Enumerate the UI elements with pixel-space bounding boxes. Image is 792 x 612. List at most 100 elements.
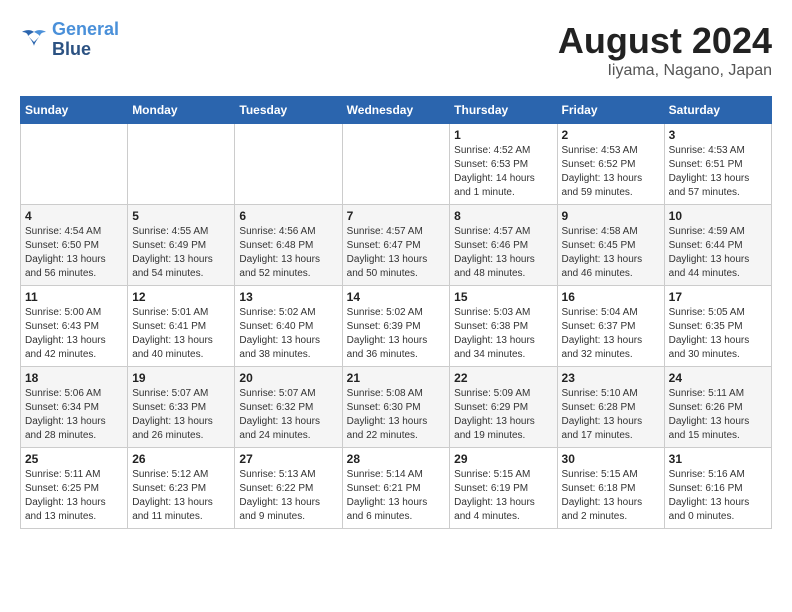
weekday-header-cell: Wednesday	[342, 97, 450, 124]
calendar-cell: 6 Sunrise: 4:56 AM Sunset: 6:48 PM Daylig…	[235, 205, 342, 286]
logo-text: GeneralBlue	[52, 20, 119, 60]
day-info: Sunrise: 5:11 AM Sunset: 6:25 PM Dayligh…	[25, 468, 123, 524]
day-info: Sunrise: 5:08 AM Sunset: 6:30 PM Dayligh…	[347, 387, 446, 443]
calendar-subtitle: Iiyama, Nagano, Japan	[558, 62, 772, 80]
calendar-cell: 1 Sunrise: 4:52 AM Sunset: 6:53 PM Daylig…	[450, 124, 557, 205]
day-number: 29	[454, 452, 552, 466]
weekday-header-cell: Friday	[557, 97, 664, 124]
calendar-cell: 30 Sunrise: 5:15 AM Sunset: 6:18 PM Dayli…	[557, 448, 664, 529]
weekday-header-row: SundayMondayTuesdayWednesdayThursdayFrid…	[21, 97, 772, 124]
day-info: Sunrise: 4:54 AM Sunset: 6:50 PM Dayligh…	[25, 225, 123, 281]
calendar-cell: 17Sunrise: 5:05 AM Sunset: 6:35 PM Dayli…	[664, 286, 771, 367]
calendar-cell: 20 Sunrise: 5:07 AM Sunset: 6:32 PM Dayli…	[235, 367, 342, 448]
day-number: 10	[669, 209, 767, 223]
day-info: Sunrise: 4:56 AM Sunset: 6:48 PM Dayligh…	[239, 225, 337, 281]
day-info: Sunrise: 4:55 AM Sunset: 6:49 PM Dayligh…	[132, 225, 230, 281]
calendar-week-row: 25Sunrise: 5:11 AM Sunset: 6:25 PM Dayli…	[21, 448, 772, 529]
calendar-cell: 22Sunrise: 5:09 AM Sunset: 6:29 PM Dayli…	[450, 367, 557, 448]
day-info: Sunrise: 4:59 AM Sunset: 6:44 PM Dayligh…	[669, 225, 767, 281]
day-info: Sunrise: 5:01 AM Sunset: 6:41 PM Dayligh…	[132, 306, 230, 362]
day-number: 20	[239, 371, 337, 385]
day-info: Sunrise: 5:05 AM Sunset: 6:35 PM Dayligh…	[669, 306, 767, 362]
day-info: Sunrise: 4:57 AM Sunset: 6:47 PM Dayligh…	[347, 225, 446, 281]
day-info: Sunrise: 4:57 AM Sunset: 6:46 PM Dayligh…	[454, 225, 552, 281]
day-number: 6	[239, 209, 337, 223]
day-number: 21	[347, 371, 446, 385]
day-info: Sunrise: 5:13 AM Sunset: 6:22 PM Dayligh…	[239, 468, 337, 524]
day-info: Sunrise: 5:06 AM Sunset: 6:34 PM Dayligh…	[25, 387, 123, 443]
calendar-cell: 23 Sunrise: 5:10 AM Sunset: 6:28 PM Dayli…	[557, 367, 664, 448]
calendar-cell: 7 Sunrise: 4:57 AM Sunset: 6:47 PM Daylig…	[342, 205, 450, 286]
day-info: Sunrise: 5:11 AM Sunset: 6:26 PM Dayligh…	[669, 387, 767, 443]
day-number: 23	[562, 371, 660, 385]
day-number: 4	[25, 209, 123, 223]
day-info: Sunrise: 5:04 AM Sunset: 6:37 PM Dayligh…	[562, 306, 660, 362]
day-info: Sunrise: 4:52 AM Sunset: 6:53 PM Dayligh…	[454, 144, 552, 200]
day-info: Sunrise: 5:14 AM Sunset: 6:21 PM Dayligh…	[347, 468, 446, 524]
weekday-header-cell: Sunday	[21, 97, 128, 124]
day-number: 8	[454, 209, 552, 223]
day-info: Sunrise: 4:58 AM Sunset: 6:45 PM Dayligh…	[562, 225, 660, 281]
day-number: 26	[132, 452, 230, 466]
calendar-cell	[342, 124, 450, 205]
calendar-cell: 3Sunrise: 4:53 AM Sunset: 6:51 PM Daylig…	[664, 124, 771, 205]
day-number: 22	[454, 371, 552, 385]
calendar-cell: 21 Sunrise: 5:08 AM Sunset: 6:30 PM Dayli…	[342, 367, 450, 448]
day-number: 16	[562, 290, 660, 304]
calendar-cell: 14 Sunrise: 5:02 AM Sunset: 6:39 PM Dayli…	[342, 286, 450, 367]
calendar-cell: 29 Sunrise: 5:15 AM Sunset: 6:19 PM Dayli…	[450, 448, 557, 529]
calendar-cell	[128, 124, 235, 205]
day-number: 2	[562, 128, 660, 142]
day-info: Sunrise: 4:53 AM Sunset: 6:52 PM Dayligh…	[562, 144, 660, 200]
calendar-cell: 8 Sunrise: 4:57 AM Sunset: 6:46 PM Daylig…	[450, 205, 557, 286]
weekday-header-cell: Tuesday	[235, 97, 342, 124]
day-number: 28	[347, 452, 446, 466]
day-number: 11	[25, 290, 123, 304]
day-info: Sunrise: 5:15 AM Sunset: 6:19 PM Dayligh…	[454, 468, 552, 524]
calendar-cell	[21, 124, 128, 205]
calendar-cell: 9 Sunrise: 4:58 AM Sunset: 6:45 PM Daylig…	[557, 205, 664, 286]
calendar-title: August 2024	[558, 20, 772, 62]
calendar-cell: 27Sunrise: 5:13 AM Sunset: 6:22 PM Dayli…	[235, 448, 342, 529]
day-info: Sunrise: 5:02 AM Sunset: 6:39 PM Dayligh…	[347, 306, 446, 362]
day-number: 30	[562, 452, 660, 466]
day-number: 19	[132, 371, 230, 385]
calendar-cell: 19 Sunrise: 5:07 AM Sunset: 6:33 PM Dayli…	[128, 367, 235, 448]
weekday-header-cell: Saturday	[664, 97, 771, 124]
calendar-cell: 15Sunrise: 5:03 AM Sunset: 6:38 PM Dayli…	[450, 286, 557, 367]
weekday-header-cell: Monday	[128, 97, 235, 124]
calendar-cell: 5Sunrise: 4:55 AM Sunset: 6:49 PM Daylig…	[128, 205, 235, 286]
calendar-cell	[235, 124, 342, 205]
calendar-cell: 28 Sunrise: 5:14 AM Sunset: 6:21 PM Dayli…	[342, 448, 450, 529]
day-number: 31	[669, 452, 767, 466]
day-info: Sunrise: 5:15 AM Sunset: 6:18 PM Dayligh…	[562, 468, 660, 524]
day-number: 12	[132, 290, 230, 304]
day-number: 13	[239, 290, 337, 304]
calendar-week-row: 1 Sunrise: 4:52 AM Sunset: 6:53 PM Daylig…	[21, 124, 772, 205]
logo: GeneralBlue	[20, 20, 119, 60]
logo-bird-icon	[20, 28, 48, 52]
calendar-cell: 25Sunrise: 5:11 AM Sunset: 6:25 PM Dayli…	[21, 448, 128, 529]
day-number: 1	[454, 128, 552, 142]
day-info: Sunrise: 5:07 AM Sunset: 6:32 PM Dayligh…	[239, 387, 337, 443]
day-info: Sunrise: 5:10 AM Sunset: 6:28 PM Dayligh…	[562, 387, 660, 443]
calendar-cell: 4 Sunrise: 4:54 AM Sunset: 6:50 PM Daylig…	[21, 205, 128, 286]
day-number: 14	[347, 290, 446, 304]
calendar-body: 1 Sunrise: 4:52 AM Sunset: 6:53 PM Daylig…	[21, 124, 772, 529]
day-number: 7	[347, 209, 446, 223]
day-info: Sunrise: 5:16 AM Sunset: 6:16 PM Dayligh…	[669, 468, 767, 524]
calendar-table: SundayMondayTuesdayWednesdayThursdayFrid…	[20, 96, 772, 529]
title-area: August 2024 Iiyama, Nagano, Japan	[558, 20, 772, 80]
day-number: 24	[669, 371, 767, 385]
day-number: 9	[562, 209, 660, 223]
day-info: Sunrise: 5:12 AM Sunset: 6:23 PM Dayligh…	[132, 468, 230, 524]
day-info: Sunrise: 4:53 AM Sunset: 6:51 PM Dayligh…	[669, 144, 767, 200]
calendar-cell: 13Sunrise: 5:02 AM Sunset: 6:40 PM Dayli…	[235, 286, 342, 367]
page-header: GeneralBlue August 2024 Iiyama, Nagano, …	[20, 20, 772, 80]
day-info: Sunrise: 5:07 AM Sunset: 6:33 PM Dayligh…	[132, 387, 230, 443]
calendar-cell: 10 Sunrise: 4:59 AM Sunset: 6:44 PM Dayli…	[664, 205, 771, 286]
calendar-cell: 24 Sunrise: 5:11 AM Sunset: 6:26 PM Dayli…	[664, 367, 771, 448]
calendar-cell: 16 Sunrise: 5:04 AM Sunset: 6:37 PM Dayli…	[557, 286, 664, 367]
weekday-header-cell: Thursday	[450, 97, 557, 124]
calendar-week-row: 18Sunrise: 5:06 AM Sunset: 6:34 PM Dayli…	[21, 367, 772, 448]
